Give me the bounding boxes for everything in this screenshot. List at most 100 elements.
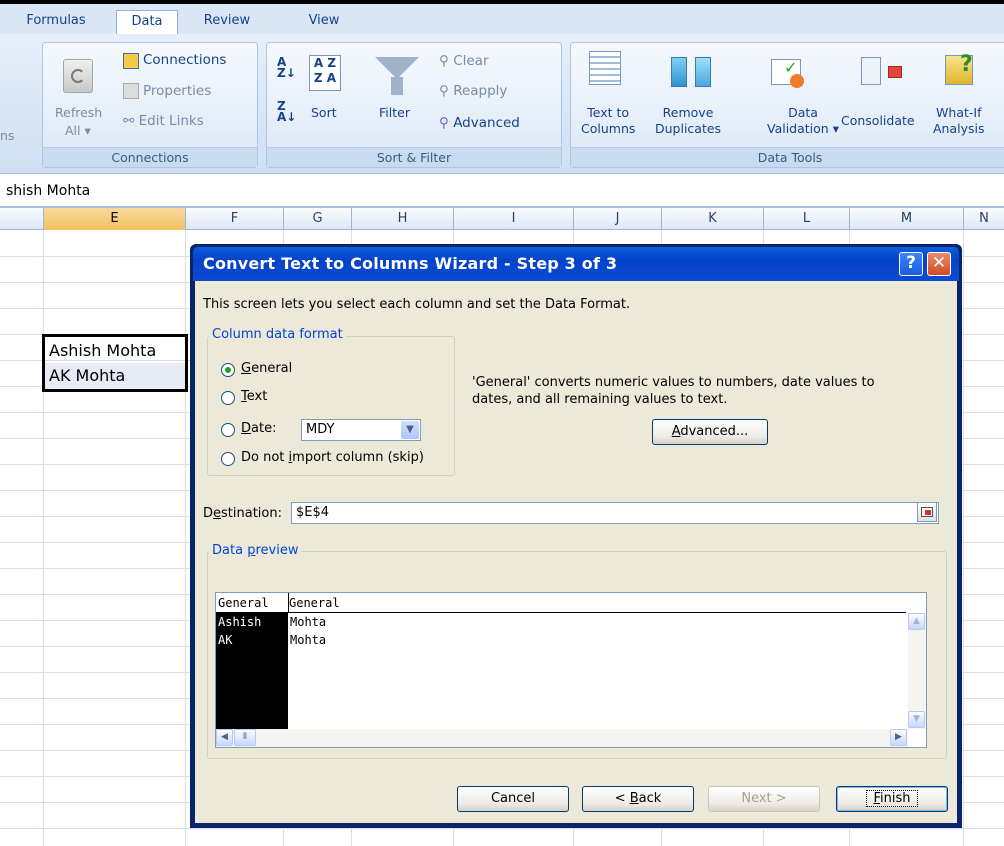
clear-button[interactable]: ⚲ Clear	[439, 53, 489, 69]
tab-data[interactable]: Data	[116, 10, 178, 34]
skip-column-radio[interactable]	[221, 452, 235, 466]
data-validation-button[interactable]: Data Validation ▾	[767, 105, 839, 137]
cut-off-group-label: ns	[0, 128, 15, 143]
destination-value: $E$4	[296, 505, 330, 520]
column-header-e[interactable]: E	[44, 208, 186, 230]
text-label[interactable]: Text	[241, 389, 267, 404]
preview-vertical-scrollbar[interactable]: ▲ ▼	[908, 613, 926, 729]
finish-button[interactable]: Finish	[836, 786, 948, 812]
formula-bar[interactable]: shish Mohta	[0, 176, 1004, 208]
chevron-down-icon[interactable]: ▼	[401, 421, 419, 439]
general-label[interactable]: General	[241, 361, 292, 376]
preview-header-row: General General	[216, 593, 906, 613]
skip-column-label[interactable]: Do not import column (skip)	[241, 450, 424, 465]
date-format-value: MDY	[306, 422, 335, 437]
advanced-filter-button[interactable]: ⚲ Advanced	[439, 115, 520, 131]
remove-duplicates-button[interactable]: Remove Duplicates	[655, 105, 721, 137]
cell-e4[interactable]: Ashish Mohta	[45, 338, 156, 364]
remove-duplicates-icon-2	[695, 57, 711, 87]
help-button[interactable]: ?	[899, 252, 923, 276]
properties-button[interactable]: Properties	[143, 83, 211, 99]
cell-e5[interactable]: AK Mohta	[45, 363, 125, 389]
column-header-h[interactable]: H	[352, 208, 454, 230]
general-note-line-2: dates, and all remaining values to text.	[472, 392, 728, 407]
date-format-select[interactable]: MDY ▼	[301, 419, 421, 441]
tab-view[interactable]: View	[294, 10, 354, 34]
scroll-left-icon[interactable]: ◀	[216, 729, 233, 746]
dialog-title: Convert Text to Columns Wizard - Step 3 …	[203, 254, 618, 273]
column-header-l[interactable]: L	[764, 208, 850, 230]
formula-bar-content[interactable]: shish Mohta	[6, 183, 90, 199]
close-icon: ✕	[931, 253, 947, 273]
data-preview-pane[interactable]: General General Ashish Mohta AK Mohta ▲ …	[215, 592, 927, 748]
what-if-analysis-icon[interactable]: ?	[945, 54, 973, 85]
tab-formulas[interactable]: Formulas	[12, 10, 100, 34]
column-header-g[interactable]: G	[284, 208, 352, 230]
preview-header-2[interactable]: General	[289, 596, 340, 610]
remove-duplicates-icon[interactable]	[671, 57, 687, 87]
sort-a-to-z-icon[interactable]: A Z↓	[277, 56, 296, 79]
connections-icon	[123, 53, 139, 69]
destination-input[interactable]: $E$4	[291, 502, 939, 524]
advanced-button[interactable]: Advanced...	[652, 419, 768, 445]
preview-horizontal-scrollbar[interactable]: ◀ ⦀ ▶	[216, 729, 908, 747]
what-if-analysis-button[interactable]: What-If Analysis	[933, 105, 985, 137]
tab-review[interactable]: Review	[192, 10, 262, 34]
scroll-up-icon[interactable]: ▲	[908, 613, 925, 630]
column-header-j[interactable]: J	[574, 208, 662, 230]
link-icon: ⚯	[123, 113, 135, 129]
preview-selected-column[interactable]	[216, 613, 288, 731]
filter-funnel-icon[interactable]	[375, 57, 419, 79]
collapse-dialog-button[interactable]	[917, 502, 937, 522]
date-label[interactable]: Date:	[241, 421, 276, 436]
column-header-i[interactable]: I	[454, 208, 574, 230]
scroll-thumb[interactable]: ⦀	[234, 729, 256, 746]
dialog-intro-text: This screen lets you select each column …	[203, 297, 631, 312]
connections-group-label: Connections	[43, 147, 257, 167]
back-button[interactable]: < Back	[582, 786, 694, 812]
sort-icon[interactable]: A ZZ A	[309, 55, 341, 91]
preview-cell-r1c1: Ashish	[218, 615, 262, 629]
column-header-cut[interactable]	[0, 208, 44, 230]
sort-z-to-a-icon[interactable]: Z A↓	[277, 100, 296, 123]
preview-cell-r2c1: AK	[218, 633, 233, 647]
column-header-n[interactable]: N	[964, 208, 1004, 230]
next-button[interactable]: Next >	[708, 786, 820, 812]
preview-header-1[interactable]: General	[218, 596, 269, 610]
ribbon: ns Refresh All ▾ Connections Properties …	[0, 34, 1004, 174]
column-header-k[interactable]: K	[662, 208, 764, 230]
refresh-all-label[interactable]: Refresh	[55, 105, 102, 120]
clear-filter-icon: ⚲	[439, 53, 449, 69]
consolidate-icon[interactable]	[861, 57, 902, 85]
properties-icon	[123, 83, 139, 99]
date-radio[interactable]	[221, 423, 235, 437]
dialog-body: This screen lets you select each column …	[195, 281, 957, 823]
dialog-title-bar[interactable]: Convert Text to Columns Wizard - Step 3 …	[193, 247, 959, 281]
consolidate-button[interactable]: Consolidate	[841, 113, 915, 128]
scroll-down-icon[interactable]: ▼	[908, 711, 925, 728]
connections-button[interactable]: Connections	[143, 52, 226, 68]
refresh-all-label-2[interactable]: All ▾	[65, 123, 91, 138]
ribbon-tabs: Formulas Data Review View	[0, 4, 1004, 34]
text-to-columns-button[interactable]: Text to Columns	[581, 105, 635, 137]
cancel-button[interactable]: Cancel	[457, 786, 569, 812]
text-to-columns-icon[interactable]	[589, 51, 621, 85]
help-icon: ?	[906, 253, 916, 273]
refresh-all-icon[interactable]	[63, 59, 93, 93]
column-header-m[interactable]: M	[850, 208, 964, 230]
edit-links-button[interactable]: ⚯ Edit Links	[123, 113, 204, 129]
data-validation-icon[interactable]: ✓	[771, 59, 804, 88]
preview-cell-r1c2: Mohta	[290, 615, 327, 629]
scroll-right-icon[interactable]: ▶	[890, 729, 907, 746]
sort-button[interactable]: Sort	[311, 105, 337, 120]
text-radio[interactable]	[221, 391, 235, 405]
reapply-icon: ⚲	[439, 83, 449, 99]
data-tools-group-label: Data Tools	[571, 147, 1004, 167]
close-button[interactable]: ✕	[927, 252, 951, 276]
column-header-f[interactable]: F	[186, 208, 284, 230]
filter-button[interactable]: Filter	[379, 105, 410, 120]
reapply-button[interactable]: ⚲ Reapply	[439, 83, 507, 99]
column-headers: E F G H I J K L M N	[0, 208, 1004, 230]
general-radio[interactable]	[221, 363, 235, 377]
general-note-line-1: 'General' converts numeric values to num…	[472, 375, 875, 390]
